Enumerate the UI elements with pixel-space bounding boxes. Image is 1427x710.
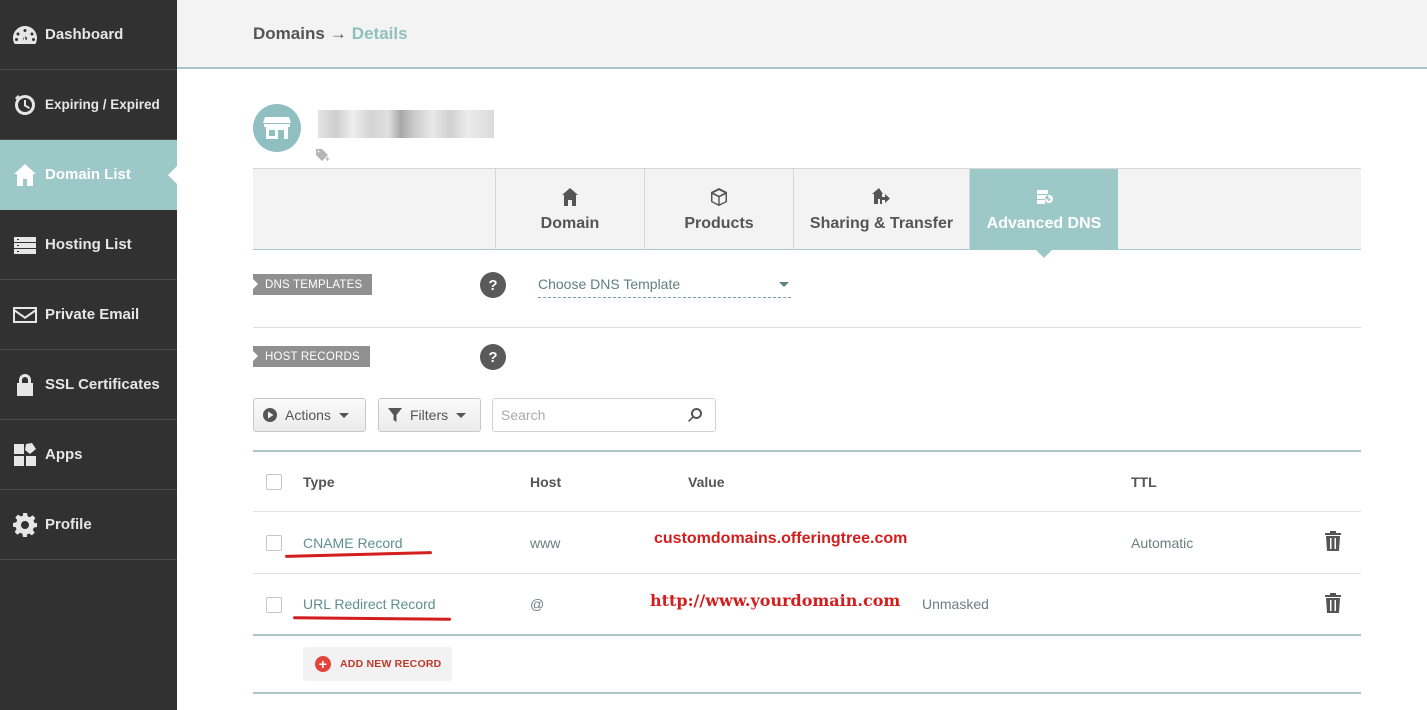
actions-button-label: Actions: [285, 407, 331, 423]
sidebar-item-label: SSL Certificates: [45, 376, 160, 393]
breadcrumb: Domains → Details: [177, 0, 1427, 69]
record-host[interactable]: @: [530, 574, 544, 634]
table-row: URL Redirect Record @ http://www.yourdom…: [253, 574, 1361, 636]
table-row: CNAME Record www customdomains.offeringt…: [253, 512, 1361, 574]
chevron-down-icon: [338, 412, 349, 418]
tab-label: Products: [684, 214, 754, 232]
record-type[interactable]: CNAME Record: [303, 512, 403, 573]
home-icon: [11, 161, 39, 189]
record-type[interactable]: URL Redirect Record: [303, 574, 436, 634]
breadcrumb-current: Details: [351, 23, 408, 43]
home-icon: [562, 187, 578, 206]
sidebar: Dashboard Expiring / Expired Domain List…: [0, 0, 177, 710]
host-records-label: HOST RECORDS: [253, 346, 370, 367]
tab-sharing-transfer[interactable]: Sharing & Transfer: [793, 169, 969, 250]
apps-icon: [11, 441, 39, 469]
dashboard-icon: [11, 21, 39, 49]
sidebar-item-private-email[interactable]: Private Email: [0, 280, 177, 350]
search-input[interactable]: [493, 399, 673, 431]
box-icon: [711, 187, 727, 206]
filters-button-label: Filters: [410, 407, 449, 423]
record-redirect-type[interactable]: Unmasked: [922, 574, 989, 634]
dns-templates-label: DNS TEMPLATES: [253, 274, 373, 295]
record-value[interactable]: http://www.yourdomain.com: [650, 570, 900, 630]
section-divider: [253, 327, 1361, 328]
storefront-icon: [263, 117, 291, 139]
tab-label: Sharing & Transfer: [809, 214, 954, 232]
tab-advanced-dns[interactable]: Advanced DNS: [969, 169, 1118, 258]
actions-button[interactable]: Actions: [253, 398, 366, 432]
filters-button[interactable]: Filters: [378, 398, 481, 432]
record-host[interactable]: www: [530, 512, 560, 573]
server-icon: [11, 231, 39, 259]
trash-icon[interactable]: [1324, 530, 1342, 552]
sidebar-item-label: Expiring / Expired: [45, 97, 160, 112]
gear-icon: [11, 511, 39, 539]
search-box: [492, 398, 716, 432]
add-new-record-label: ADD NEW RECORD: [340, 658, 442, 670]
breadcrumb-domains-link[interactable]: Domains: [253, 24, 325, 44]
header-value: Value: [688, 473, 725, 490]
domain-tabs: Domain Products Sharing & Transfer Advan…: [253, 168, 1361, 258]
filter-icon: [387, 407, 403, 423]
sidebar-item-label: Private Email: [45, 306, 140, 323]
row-checkbox[interactable]: [266, 597, 282, 613]
host-records-table: Type Host Value TTL CNAME Record www cus…: [253, 450, 1361, 636]
sidebar-item-ssl-certificates[interactable]: SSL Certificates: [0, 350, 177, 420]
play-circle-icon: [262, 407, 278, 423]
select-all-checkbox[interactable]: [266, 474, 282, 490]
sidebar-item-expiring[interactable]: Expiring / Expired: [0, 70, 177, 140]
lock-icon: [11, 371, 39, 399]
tab-label: Advanced DNS: [986, 214, 1102, 232]
dns-templates-help-button[interactable]: ?: [480, 272, 506, 298]
sidebar-item-label: Profile: [45, 516, 92, 533]
sidebar-item-domain-list[interactable]: Domain List: [0, 140, 177, 210]
domain-avatar: [253, 104, 301, 152]
envelope-icon: [11, 301, 39, 329]
dns-server-icon: [1037, 189, 1053, 204]
add-record-row: + ADD NEW RECORD: [253, 636, 1361, 694]
add-tag-icon[interactable]: [315, 148, 331, 162]
sidebar-item-profile[interactable]: Profile: [0, 490, 177, 560]
dns-template-select-value: Choose DNS Template: [538, 276, 681, 292]
row-checkbox[interactable]: [266, 535, 282, 551]
header-host: Host: [530, 473, 562, 490]
tab-products[interactable]: Products: [644, 169, 793, 250]
chevron-down-icon: [779, 282, 789, 287]
sidebar-item-label: Apps: [45, 446, 83, 463]
plus-circle-icon: +: [315, 656, 331, 672]
sidebar-item-hosting-list[interactable]: Hosting List: [0, 210, 177, 280]
tab-domain[interactable]: Domain: [495, 169, 644, 250]
timer-icon: [11, 91, 39, 119]
add-new-record-button[interactable]: + ADD NEW RECORD: [303, 647, 453, 681]
sidebar-item-label: Dashboard: [45, 26, 124, 43]
dns-template-select[interactable]: Choose DNS Template: [538, 274, 791, 298]
breadcrumb-arrow: →: [329, 23, 347, 43]
record-ttl[interactable]: Automatic: [1131, 512, 1193, 573]
sidebar-item-dashboard[interactable]: Dashboard: [0, 0, 177, 70]
sidebar-item-apps[interactable]: Apps: [0, 420, 177, 490]
header-type: Type: [303, 473, 335, 490]
domain-name-redacted: [318, 110, 494, 138]
search-icon[interactable]: [687, 407, 703, 423]
trash-icon[interactable]: [1324, 592, 1342, 614]
tab-label: Domain: [540, 214, 600, 232]
header-ttl: TTL: [1131, 473, 1157, 490]
sidebar-item-label: Domain List: [45, 166, 131, 183]
chevron-down-icon: [456, 412, 467, 418]
table-header-row: Type Host Value TTL: [253, 452, 1361, 512]
record-value[interactable]: customdomains.offeringtree.com: [654, 508, 907, 569]
house-transfer-icon: [871, 187, 890, 204]
sidebar-item-label: Hosting List: [45, 236, 132, 253]
host-records-help-button[interactable]: ?: [480, 344, 506, 370]
